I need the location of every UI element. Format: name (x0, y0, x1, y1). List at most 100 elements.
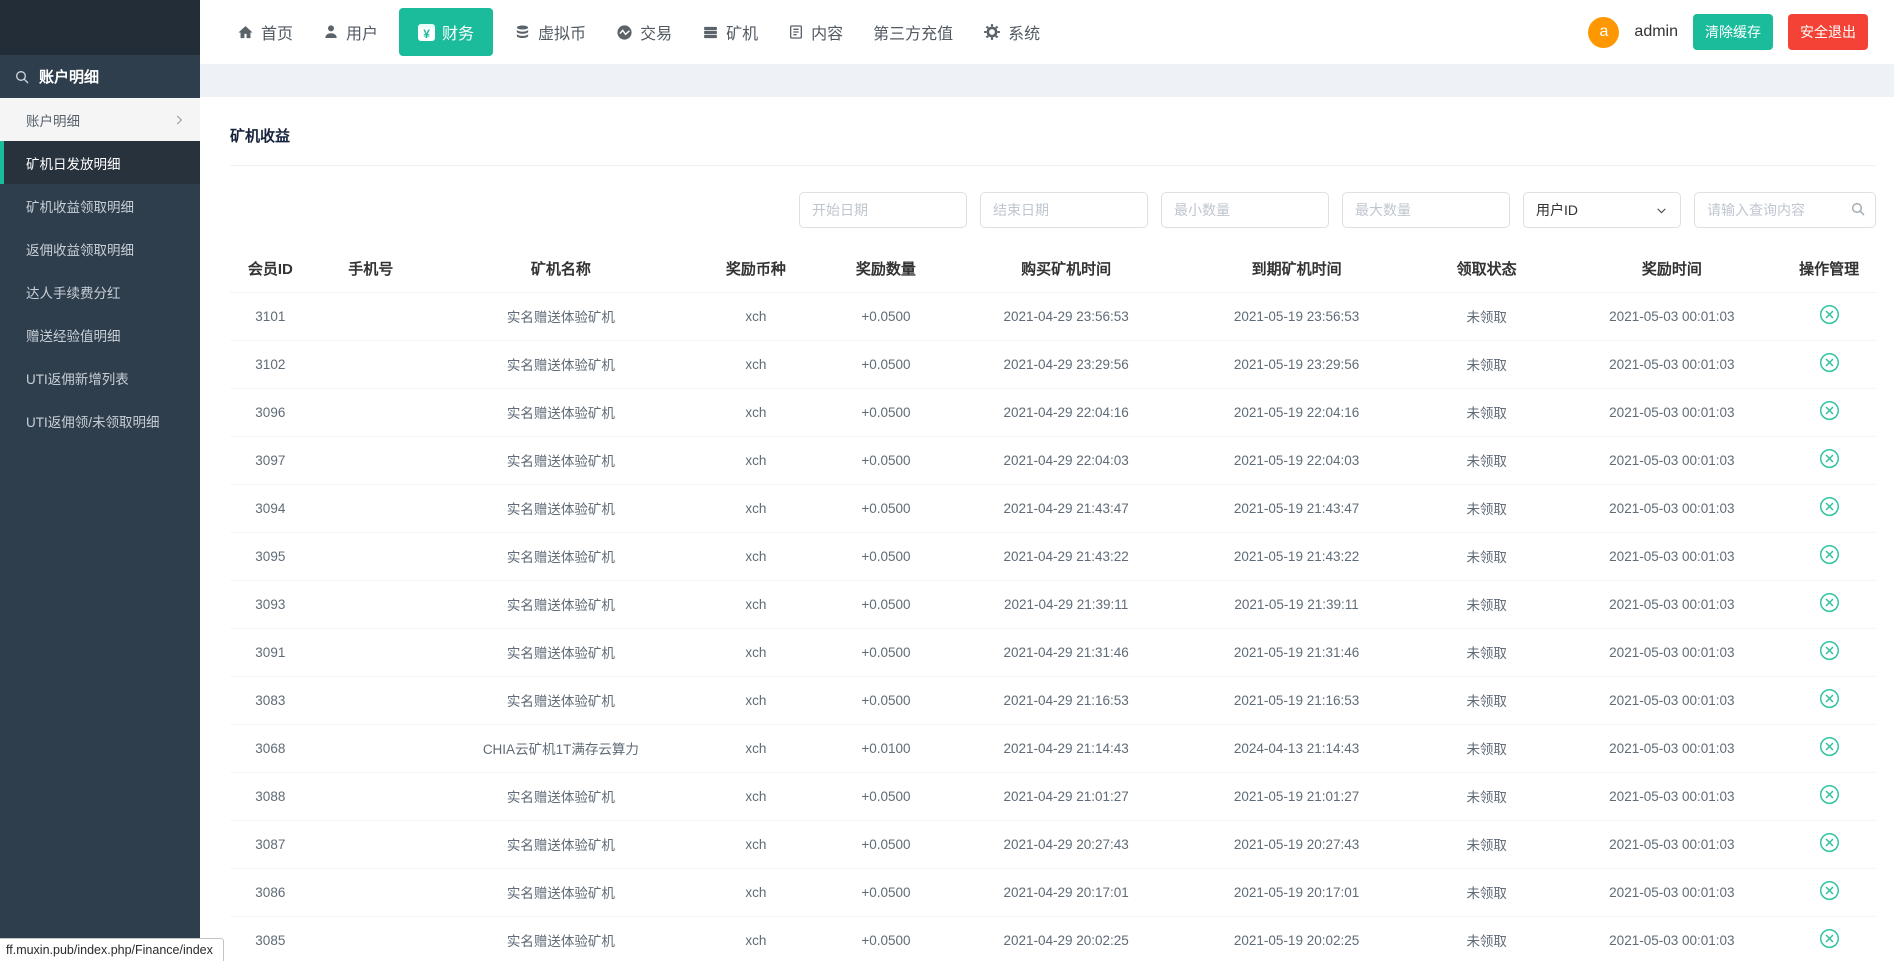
search-icon[interactable] (1850, 201, 1866, 222)
end-date-input[interactable] (980, 192, 1148, 228)
sidebar-item[interactable]: UTI返佣新增列表 (0, 356, 200, 399)
sidebar-logo-area (0, 0, 200, 55)
cell-miner-name: 实名赠送体验矿机 (431, 916, 691, 961)
cell-phone (311, 772, 431, 820)
table-row: 3068CHIA云矿机1T满存云算力xch+0.01002021-04-29 2… (230, 724, 1876, 772)
cell-phone (311, 676, 431, 724)
cancel-icon[interactable] (1819, 592, 1840, 613)
sidebar-item[interactable]: 赠送经验值明细 (0, 313, 200, 356)
sidebar-item[interactable]: 账户明细 (0, 98, 200, 141)
cell-reward-coin: xch (691, 340, 821, 388)
cancel-icon[interactable] (1819, 448, 1840, 469)
cell-operations (1782, 388, 1876, 436)
cancel-icon[interactable] (1819, 784, 1840, 805)
cell-phone (311, 724, 431, 772)
nav-item-trade[interactable]: 交易 (601, 0, 687, 64)
cell-member-id: 3102 (230, 340, 311, 388)
table-row: 3101实名赠送体验矿机xch+0.05002021-04-29 23:56:5… (230, 292, 1876, 340)
cell-member-id: 3091 (230, 628, 311, 676)
column-header: 奖励币种 (691, 246, 821, 292)
sidebar-item-label: UTI返佣新增列表 (26, 368, 129, 388)
table-row: 3093实名赠送体验矿机xch+0.05002021-04-29 21:39:1… (230, 580, 1876, 628)
cell-expire-time: 2021-05-19 21:43:22 (1181, 532, 1411, 580)
cell-phone (311, 532, 431, 580)
sidebar-item[interactable]: UTI返佣领/未领取明细 (0, 399, 200, 442)
cancel-icon[interactable] (1819, 928, 1840, 949)
cell-reward-time: 2021-05-03 00:01:03 (1562, 724, 1783, 772)
nav-item-label: 第三方充值 (873, 20, 953, 44)
column-header: 操作管理 (1782, 246, 1876, 292)
sidebar-item-label: 矿机日发放明细 (26, 153, 121, 173)
cancel-icon[interactable] (1819, 640, 1840, 661)
start-date-input[interactable] (799, 192, 967, 228)
sidebar-item[interactable]: 矿机收益领取明细 (0, 184, 200, 227)
cell-reward-coin: xch (691, 388, 821, 436)
sidebar-item[interactable]: 达人手续费分红 (0, 270, 200, 313)
cell-reward-coin: xch (691, 868, 821, 916)
cancel-icon[interactable] (1819, 736, 1840, 757)
cell-buy-time: 2021-04-29 21:43:47 (951, 484, 1181, 532)
max-quantity-input[interactable] (1342, 192, 1510, 228)
nav-item-user[interactable]: 用户 (308, 0, 393, 64)
cell-miner-name: 实名赠送体验矿机 (431, 388, 691, 436)
top-nav-right: a admin 清除缓存 安全退出 (1588, 14, 1868, 50)
cell-reward-amount: +0.0500 (821, 628, 951, 676)
cancel-icon[interactable] (1819, 544, 1840, 565)
cell-miner-name: 实名赠送体验矿机 (431, 772, 691, 820)
cell-buy-time: 2021-04-29 22:04:16 (951, 388, 1181, 436)
cancel-icon[interactable] (1819, 400, 1840, 421)
cell-miner-name: 实名赠送体验矿机 (431, 484, 691, 532)
nav-item-content[interactable]: 内容 (773, 0, 858, 64)
nav-item-finance[interactable]: ¥财务 (399, 8, 493, 56)
cell-phone (311, 340, 431, 388)
nav-item-coin[interactable]: 虚拟币 (499, 0, 601, 64)
server-icon (702, 24, 719, 41)
nav-item-miner[interactable]: 矿机 (687, 0, 773, 64)
nav-item-label: 虚拟币 (538, 20, 586, 44)
cell-operations (1782, 724, 1876, 772)
cancel-icon[interactable] (1819, 880, 1840, 901)
cell-buy-time: 2021-04-29 21:39:11 (951, 580, 1181, 628)
nav-item-recharge[interactable]: 第三方充值 (858, 0, 968, 64)
cell-reward-amount: +0.0500 (821, 388, 951, 436)
cell-reward-time: 2021-05-03 00:01:03 (1562, 340, 1783, 388)
exchange-icon (616, 24, 633, 41)
min-quantity-input[interactable] (1161, 192, 1329, 228)
nav-item-system[interactable]: 系统 (968, 0, 1055, 64)
search-input[interactable] (1694, 192, 1876, 228)
table-row: 3086实名赠送体验矿机xch+0.05002021-04-29 20:17:0… (230, 868, 1876, 916)
cell-claim-status: 未领取 (1412, 820, 1562, 868)
cancel-icon[interactable] (1819, 304, 1840, 325)
sidebar-header: 账户明细 (0, 55, 200, 98)
cell-claim-status: 未领取 (1412, 868, 1562, 916)
cell-reward-amount: +0.0500 (821, 772, 951, 820)
cell-reward-amount: +0.0500 (821, 532, 951, 580)
nav-item-label: 矿机 (726, 20, 758, 44)
cancel-icon[interactable] (1819, 832, 1840, 853)
nav-item-label: 首页 (261, 20, 293, 44)
sidebar-item-label: 矿机收益领取明细 (26, 196, 134, 216)
cell-miner-name: 实名赠送体验矿机 (431, 676, 691, 724)
cancel-icon[interactable] (1819, 688, 1840, 709)
logout-button[interactable]: 安全退出 (1788, 14, 1868, 50)
cancel-icon[interactable] (1819, 352, 1840, 373)
column-header: 到期矿机时间 (1181, 246, 1411, 292)
clear-cache-button[interactable]: 清除缓存 (1693, 14, 1773, 50)
admin-username[interactable]: admin (1634, 23, 1678, 41)
avatar[interactable]: a (1588, 17, 1619, 48)
cell-reward-time: 2021-05-03 00:01:03 (1562, 628, 1783, 676)
cell-expire-time: 2024-04-13 21:14:43 (1181, 724, 1411, 772)
user-id-select[interactable]: 用户ID (1523, 192, 1681, 228)
sidebar-item[interactable]: 矿机日发放明细 (0, 141, 200, 184)
cell-expire-time: 2021-05-19 23:29:56 (1181, 340, 1411, 388)
search-box (1694, 192, 1876, 228)
finance-icon: ¥ (418, 24, 435, 41)
column-header: 奖励数量 (821, 246, 951, 292)
cancel-icon[interactable] (1819, 496, 1840, 517)
home-icon (237, 24, 254, 41)
cell-member-id: 3088 (230, 772, 311, 820)
top-nav: 首页用户¥财务 虚拟币交易 矿机内容第三方充值系统 a admin 清除缓存 安全退… (200, 0, 1894, 64)
cell-reward-time: 2021-05-03 00:01:03 (1562, 916, 1783, 961)
sidebar-item[interactable]: 返佣收益领取明细 (0, 227, 200, 270)
nav-item-home[interactable]: 首页 (222, 0, 308, 64)
